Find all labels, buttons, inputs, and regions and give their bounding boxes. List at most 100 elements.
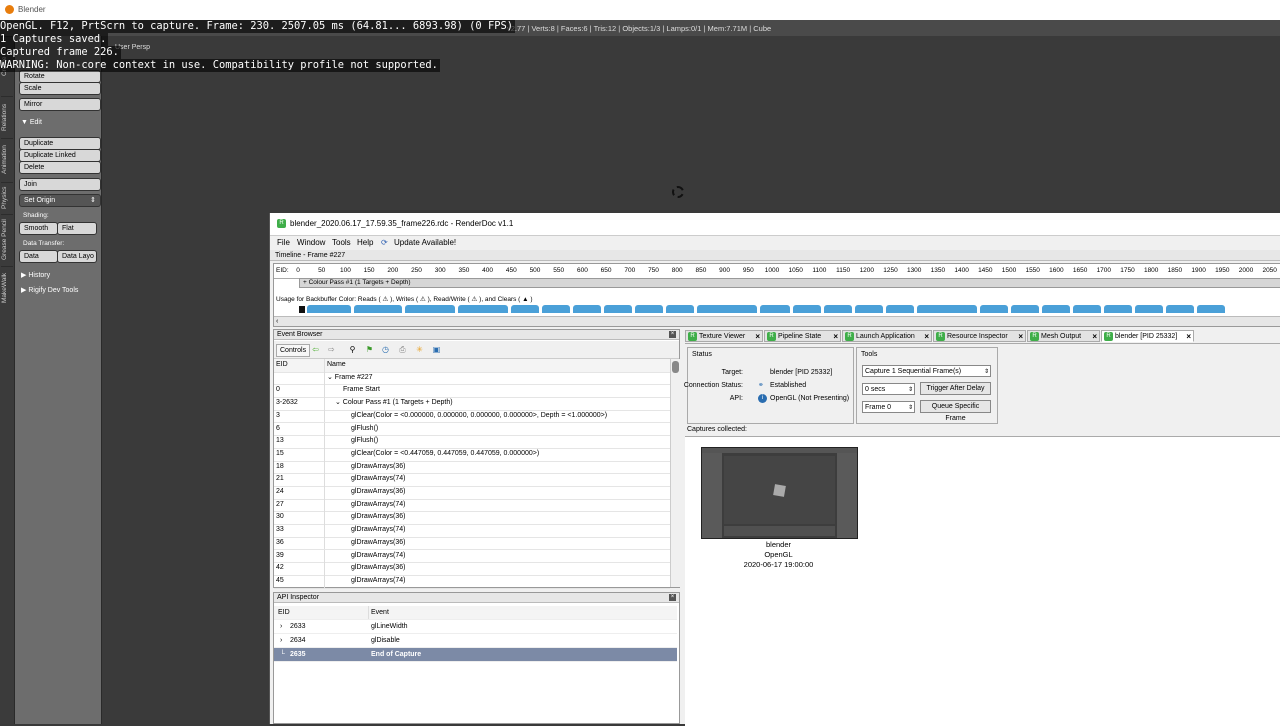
event-row[interactable]: 21 glDrawArrays(74) — [274, 473, 670, 487]
right-dock: R Texture Viewer × R Pipeline State × R Launch … — [684, 329, 1280, 726]
event-row[interactable]: 27 glDrawArrays(74) — [274, 498, 670, 513]
api-row[interactable]: › 2633 glLineWidth — [274, 620, 677, 634]
export-icon[interactable]: ⎙ — [397, 344, 408, 355]
col-name[interactable]: Name — [327, 359, 346, 372]
data-button[interactable]: Data — [19, 250, 58, 263]
tab-makewalk[interactable]: MakeWalk — [1, 266, 13, 309]
set-origin-dropdown[interactable]: Set Origin ⇕ — [19, 194, 101, 207]
event-row[interactable]: 18 glDrawArrays(36) — [274, 460, 670, 475]
menu-tools[interactable]: Tools — [332, 238, 351, 247]
timeline-usage-bar — [824, 305, 852, 313]
event-row[interactable]: 15 glClear(Color = <0.447059, 0.447059, 0… — [274, 447, 670, 462]
rigify-panel-header[interactable]: ▶ Rigify Dev Tools — [21, 286, 78, 294]
timeline-tick: 1450 — [978, 267, 993, 274]
tab-icon: R — [936, 332, 945, 341]
scroll-thumb[interactable] — [672, 361, 679, 373]
dock-tab[interactable]: R Texture Viewer × — [685, 330, 763, 342]
event-row[interactable]: 30 glDrawArrays(36) — [274, 511, 670, 526]
arrow-left-icon[interactable]: ⇦ — [310, 344, 321, 355]
timeline-scrollbar[interactable]: ‹ — [274, 316, 1280, 326]
tab-grease-pencil[interactable]: Grease Pencil — [1, 214, 13, 265]
blender-logo-icon — [5, 5, 14, 14]
menu-window[interactable]: Window — [297, 238, 325, 247]
tab-label: Texture Viewer — [699, 333, 746, 340]
event-row[interactable]: ⌄ Frame #227 — [274, 371, 670, 386]
tab-physics[interactable]: Physics — [1, 182, 13, 213]
close-tab-icon[interactable]: × — [755, 331, 760, 343]
captures-list[interactable]: blender OpenGL 2020-06-17 19:00:00 — [685, 436, 1280, 726]
queue-specific-frame-button[interactable]: Queue Specific Frame — [920, 400, 991, 422]
dock-tab[interactable]: R Pipeline State × — [764, 330, 841, 342]
timeline-colour-pass[interactable]: + Colour Pass #1 (1 Targets + Depth) — [299, 278, 1280, 288]
spin-arrows-icon[interactable]: ⇕ — [908, 402, 913, 414]
event-browser-scrollbar[interactable] — [670, 359, 680, 587]
timeline-tick: 1300 — [906, 267, 922, 274]
scale-button[interactable]: Scale — [19, 82, 101, 95]
controls-button[interactable]: Controls — [276, 344, 311, 357]
trigger-after-delay-button[interactable]: Trigger After Delay — [920, 382, 991, 395]
timeline-panel[interactable]: EID: 0 50 100 150 200 250 300 350 400 450 500 550 60… — [273, 263, 1280, 327]
close-tab-icon[interactable]: × — [1186, 331, 1191, 343]
tab-animation[interactable]: Animation — [1, 138, 13, 181]
event-row[interactable]: 33 glDrawArrays(74) — [274, 524, 670, 538]
find-icon[interactable]: ⚲ — [347, 344, 358, 355]
mirror-button[interactable]: Mirror — [19, 98, 101, 111]
smooth-button[interactable]: Smooth — [19, 222, 58, 235]
expand-icon[interactable]: └ — [280, 648, 285, 661]
tab-relations[interactable]: Relations — [1, 96, 13, 137]
event-row[interactable]: 3-2632 ⌄ Colour Pass #1 (1 Targets + Dept… — [274, 397, 670, 411]
data-layout-button[interactable]: Data Layo — [57, 250, 97, 263]
frame-spinbox[interactable]: Frame 0 ⇕ — [862, 401, 915, 413]
time-icon[interactable]: ◷ — [380, 344, 391, 355]
save-icon[interactable]: ▣ — [431, 344, 442, 355]
delay-spinbox[interactable]: 0 secs ⇕ — [862, 383, 915, 395]
dock-tab[interactable]: R Launch Application × — [842, 330, 932, 342]
col-eid[interactable]: EID — [276, 359, 288, 372]
settings-icon[interactable]: ✳ — [414, 344, 425, 355]
dock-tab[interactable]: R Mesh Output × — [1027, 330, 1100, 342]
expand-icon[interactable]: › — [280, 634, 282, 647]
overlay-line-4: WARNING: Non-core context in use. Compat… — [0, 59, 440, 72]
menu-update-available[interactable]: Update Available! — [394, 238, 456, 247]
arrow-right-icon[interactable]: ⇨ — [326, 344, 337, 355]
flat-button[interactable]: Flat — [57, 222, 97, 235]
history-panel-header[interactable]: ▶ History — [21, 271, 50, 279]
expand-icon[interactable]: › — [280, 620, 282, 633]
api-row[interactable]: └ 2635 End of Capture — [274, 648, 677, 662]
close-tab-icon[interactable]: × — [924, 331, 929, 343]
event-eid: 13 — [276, 437, 284, 445]
timeline-ruler[interactable]: EID: 0 50 100 150 200 250 300 350 400 450 500 550 60… — [274, 264, 1280, 279]
edit-panel-header[interactable]: ▼ Edit — [21, 119, 42, 126]
close-tab-icon[interactable]: × — [1092, 331, 1097, 343]
api-row[interactable]: › 2634 glDisable — [274, 634, 677, 648]
event-row[interactable]: 13 glFlush() — [274, 435, 670, 449]
event-row[interactable]: 0 Frame Start — [274, 384, 670, 399]
capture-frames-spinbox[interactable]: Capture 1 Sequential Frame(s) ⇕ — [862, 365, 991, 377]
event-row[interactable]: 45 glDrawArrays(74) — [274, 574, 670, 589]
event-row[interactable]: 36 glDrawArrays(36) — [274, 536, 670, 551]
dock-tab[interactable]: R Resource Inspector × — [933, 330, 1026, 342]
close-tab-icon[interactable]: × — [833, 331, 838, 343]
menu-file[interactable]: File — [277, 238, 290, 247]
dock-tab[interactable]: Rblender [PID 25332] × — [1101, 330, 1194, 342]
delete-button[interactable]: Delete — [19, 161, 101, 174]
close-tab-icon[interactable]: × — [1018, 331, 1023, 343]
timeline-tick: 550 — [553, 267, 565, 274]
col-event[interactable]: Event — [371, 606, 389, 619]
menu-help[interactable]: Help — [357, 238, 373, 247]
scroll-left-icon[interactable]: ‹ — [274, 318, 278, 325]
close-icon[interactable]: × — [669, 594, 676, 601]
close-icon[interactable]: × — [669, 331, 676, 338]
capture-thumbnail[interactable] — [701, 447, 858, 539]
api-inspector-panel: API Inspector × EID Event › 2633 glLineWid… — [273, 592, 680, 724]
event-row[interactable]: 3 glClear(Color = <0.000000, 0.000000, 0.… — [274, 409, 670, 424]
event-row[interactable]: 24 glDrawArrays(36) — [274, 486, 670, 500]
bookmark-flag-icon[interactable]: ⚑ — [364, 344, 375, 355]
event-row[interactable]: 39 glDrawArrays(74) — [274, 549, 670, 564]
spin-arrows-icon[interactable]: ⇕ — [984, 366, 989, 378]
spin-arrows-icon[interactable]: ⇕ — [908, 384, 913, 396]
event-row[interactable]: 42 glDrawArrays(36) — [274, 562, 670, 576]
event-row[interactable]: 6 glFlush() — [274, 422, 670, 437]
join-button[interactable]: Join — [19, 178, 101, 191]
col-eid[interactable]: EID — [278, 606, 290, 619]
